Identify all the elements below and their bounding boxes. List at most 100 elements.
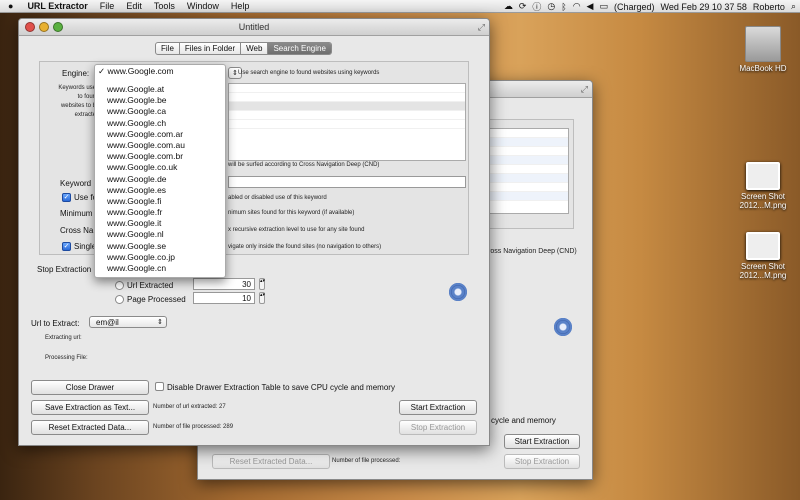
resize-icon[interactable]: ⤢	[581, 81, 588, 98]
dropdown-option[interactable]: www.Google.at	[95, 84, 225, 95]
page-processed-field[interactable]: 10	[193, 292, 255, 304]
menu-bar: ● URL Extractor File Edit Tools Window H…	[0, 0, 800, 13]
desktop-icon-label: Screen Shot 2012...M.png	[739, 262, 787, 280]
close-window-button[interactable]	[25, 22, 35, 32]
back-start-button[interactable]: Start Extraction	[504, 434, 580, 449]
desktop-icon-hd[interactable]: MacBook HD	[728, 26, 798, 73]
table-row[interactable]	[229, 84, 465, 93]
table-row[interactable]	[229, 111, 465, 120]
keyword-field[interactable]	[228, 176, 466, 188]
disable-drawer-checkbox[interactable]	[155, 382, 164, 391]
close-drawer-button[interactable]: Close Drawer	[31, 380, 149, 395]
gear-icon[interactable]	[449, 283, 467, 301]
reset-extracted-button[interactable]: Reset Extracted Data...	[31, 420, 149, 435]
table-row	[482, 147, 568, 156]
dropdown-option[interactable]: www.Google.be	[95, 95, 225, 106]
dropdown-option[interactable]: www.Google.co.jp	[95, 252, 225, 263]
zoom-window-button[interactable]	[53, 22, 63, 32]
dropdown-option[interactable]: www.Google.nl	[95, 229, 225, 240]
url-extracted-radio[interactable]	[115, 281, 124, 290]
engine-hint: Use search engine to found websites usin…	[238, 70, 380, 76]
window-title: Untitled	[238, 22, 270, 32]
gear-icon[interactable]	[554, 318, 572, 336]
info-icon[interactable]: ⓘ	[532, 0, 541, 13]
table-row	[482, 156, 568, 165]
url-extracted-label: Url Extracted	[127, 281, 174, 290]
main-window-titlebar[interactable]: Untitled ⤢	[19, 19, 489, 36]
dropdown-option[interactable]: www.Google.it	[95, 218, 225, 229]
status-area: ☁ ⟳ ⓘ ◷ ᛒ ◠ ◀ ▭ (Charged) Wed Feb 29 10 …	[498, 0, 796, 13]
desktop-icon-label: Screen Shot 2012...M.png	[739, 192, 787, 210]
dropdown-option[interactable]: www.Google.com.br	[95, 151, 225, 162]
clock-icon[interactable]: ◷	[547, 1, 555, 12]
url-extracted-field[interactable]: 30	[193, 278, 255, 290]
keywords-table[interactable]	[228, 83, 466, 161]
page-processed-stepper[interactable]: ▴▾	[259, 292, 265, 304]
table-row	[482, 183, 568, 192]
table-row	[482, 174, 568, 183]
resize-icon[interactable]: ⤢	[478, 19, 485, 36]
stop-extraction-label: Stop Extraction	[37, 265, 92, 274]
minimize-window-button[interactable]	[39, 22, 49, 32]
use-checkbox[interactable]: ✓	[62, 193, 71, 202]
menu-file[interactable]: File	[94, 0, 121, 13]
dropdown-option[interactable]: www.Google.com.ar	[95, 129, 225, 140]
dropdown-option[interactable]: www.Google.ca	[95, 106, 225, 117]
back-stop-button[interactable]: Stop Extraction	[504, 454, 580, 469]
tab-web[interactable]: Web	[241, 43, 269, 54]
back-reset-button[interactable]: Reset Extracted Data...	[212, 454, 330, 469]
apple-icon[interactable]: ●	[0, 0, 21, 13]
file-count: Number of file processed: 289	[153, 424, 234, 430]
dropdown-selected-option[interactable]: ✓ www.Google.com	[95, 65, 225, 78]
dropdown-option[interactable]: www.Google.fr	[95, 207, 225, 218]
dropdown-option[interactable]: www.Google.se	[95, 241, 225, 252]
minimum-label: Minimum	[60, 209, 93, 218]
table-row[interactable]	[229, 120, 465, 129]
dropdown-option[interactable]: www.Google.com.au	[95, 140, 225, 151]
bluetooth-icon[interactable]: ᛒ	[561, 2, 566, 12]
back-table-caption: Cross Navigation Deep (CND)	[483, 248, 577, 255]
menu-edit[interactable]: Edit	[120, 0, 148, 13]
volume-icon[interactable]: ◀	[587, 1, 594, 12]
wifi-icon[interactable]: ◠	[573, 1, 581, 12]
table-row	[482, 165, 568, 174]
page-processed-label: Page Processed	[127, 295, 186, 304]
main-window: Untitled ⤢ File Files in Folder Web Sear…	[18, 18, 490, 446]
dropdown-option[interactable]: www.Google.cn	[95, 263, 225, 274]
menu-window[interactable]: Window	[181, 0, 225, 13]
dropdown-option[interactable]: www.Google.fi	[95, 196, 225, 207]
menu-app[interactable]: URL Extractor	[21, 0, 93, 13]
user-menu[interactable]: Roberto	[753, 2, 785, 12]
processing-file-label: Processing File:	[45, 355, 88, 361]
single-label: Single	[74, 242, 97, 251]
cloud-icon[interactable]: ☁	[504, 1, 513, 12]
cnd-hint: will be surfed according to Cross Naviga…	[228, 162, 380, 168]
start-extraction-button[interactable]: Start Extraction	[399, 400, 477, 415]
table-row[interactable]	[229, 102, 465, 111]
tab-search-engine[interactable]: Search Engine	[268, 43, 331, 54]
menu-tools[interactable]: Tools	[148, 0, 181, 13]
table-row[interactable]	[229, 93, 465, 102]
page-processed-radio[interactable]	[115, 295, 124, 304]
spotlight-icon[interactable]: ⌕	[791, 1, 796, 12]
dropdown-option[interactable]: www.Google.de	[95, 174, 225, 185]
save-extraction-button[interactable]: Save Extraction as Text...	[31, 400, 149, 415]
dropdown-option[interactable]: www.Google.ch	[95, 118, 225, 129]
back-table	[481, 128, 569, 214]
battery-icon[interactable]: ▭	[599, 1, 608, 12]
tab-files-in-folder[interactable]: Files in Folder	[180, 43, 242, 54]
stop-extraction-button[interactable]: Stop Extraction	[399, 420, 477, 435]
sync-icon[interactable]: ⟳	[519, 1, 527, 12]
hard-drive-icon	[745, 26, 781, 62]
menu-help[interactable]: Help	[225, 0, 256, 13]
dropdown-option[interactable]: www.Google.co.uk	[95, 162, 225, 173]
tab-file[interactable]: File	[156, 43, 180, 54]
single-checkbox[interactable]: ✓	[62, 242, 71, 251]
url-extracted-stepper[interactable]: ▴▾	[259, 278, 265, 290]
desktop-icon-screenshot-1[interactable]: Screen Shot 2012...M.png	[728, 162, 798, 210]
battery-status[interactable]: (Charged)	[614, 2, 655, 12]
clock[interactable]: Wed Feb 29 10 37 58	[661, 2, 747, 12]
desktop-icon-screenshot-2[interactable]: Screen Shot 2012...M.png	[728, 232, 798, 280]
dropdown-option[interactable]: www.Google.es	[95, 185, 225, 196]
url-to-extract-select[interactable]: em@il	[89, 316, 167, 328]
